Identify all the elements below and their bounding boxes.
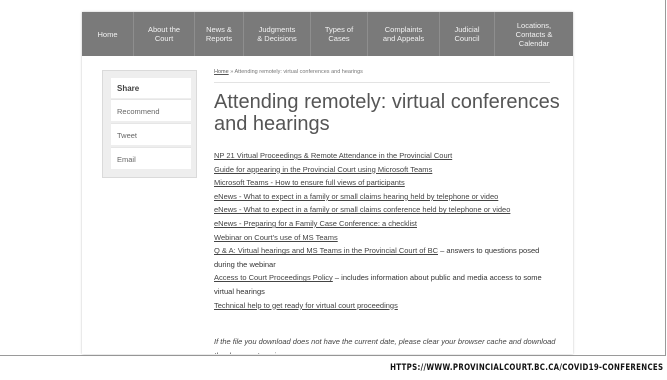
list-item: Technical help to get ready for virtual … [214, 299, 559, 313]
resource-links: NP 21 Virtual Proceedings & Remote Atten… [214, 149, 559, 312]
list-item: NP 21 Virtual Proceedings & Remote Atten… [214, 149, 559, 163]
source-url-caption: HTTPS://WWW.PROVINCIALCOURT.BC.CA/COVID1… [389, 363, 663, 373]
share-tweet[interactable]: Tweet [111, 123, 191, 145]
breadcrumb-home-link[interactable]: Home [214, 69, 229, 75]
nav-item-complaints[interactable]: Complaints and Appeals [368, 12, 440, 56]
link-np21[interactable]: NP 21 Virtual Proceedings & Remote Atten… [214, 151, 452, 160]
list-item: Access to Court Proceedings Policy – inc… [214, 271, 559, 298]
nav-item-judgments[interactable]: Judgments & Decisions [244, 12, 311, 56]
link-access-policy[interactable]: Access to Court Proceedings Policy [214, 273, 333, 282]
list-item: Q & A: Virtual hearings and MS Teams in … [214, 244, 559, 271]
nav-item-news[interactable]: News & Reports [195, 12, 244, 56]
breadcrumb: Home » Attending remotely: virtual confe… [214, 69, 363, 75]
share-email[interactable]: Email [111, 147, 191, 169]
link-webinar[interactable]: Webinar on Court's use of MS Teams [214, 233, 338, 242]
link-teams-full-views[interactable]: Microsoft Teams - How to ensure full vie… [214, 178, 405, 187]
link-enews-conference[interactable]: eNews - What to expect in a family or sm… [214, 205, 510, 214]
breadcrumb-current: » Attending remotely: virtual conference… [228, 69, 363, 75]
nav-item-about[interactable]: About the Court [134, 12, 195, 56]
nav-item-home[interactable]: Home [82, 12, 134, 56]
link-teams-guide[interactable]: Guide for appearing in the Provincial Co… [214, 165, 432, 174]
list-item: eNews - What to expect in a family or sm… [214, 203, 559, 217]
nav-item-types-of-cases[interactable]: Types of Cases [311, 12, 368, 56]
list-item: Guide for appearing in the Provincial Co… [214, 163, 559, 177]
share-recommend[interactable]: Recommend [111, 99, 191, 121]
share-heading: Share [111, 78, 191, 98]
nav-item-judicial-council[interactable]: Judicial Council [440, 12, 495, 56]
link-qa[interactable]: Q & A: Virtual hearings and MS Teams in … [214, 246, 438, 255]
link-enews-checklist[interactable]: eNews - Preparing for a Family Case Conf… [214, 219, 417, 228]
page-title: Attending remotely: virtual conferences … [214, 91, 560, 135]
list-item: Microsoft Teams - How to ensure full vie… [214, 176, 559, 190]
share-sidebar: Share Recommend Tweet Email [102, 70, 197, 178]
list-item: Webinar on Court's use of MS Teams [214, 231, 559, 245]
link-technical-help[interactable]: Technical help to get ready for virtual … [214, 301, 398, 310]
list-item: eNews - What to expect in a family or sm… [214, 190, 559, 204]
nav-item-locations[interactable]: Locations, Contacts & Calendar [495, 12, 573, 56]
webpage-screenshot: Home About the Court News & Reports Judg… [82, 12, 573, 354]
title-divider [214, 82, 550, 83]
cache-note: If the file you download does not have t… [214, 337, 556, 354]
list-item: eNews - Preparing for a Family Case Conf… [214, 217, 559, 231]
main-nav: Home About the Court News & Reports Judg… [82, 12, 573, 56]
link-enews-hearing[interactable]: eNews - What to expect in a family or sm… [214, 192, 498, 201]
